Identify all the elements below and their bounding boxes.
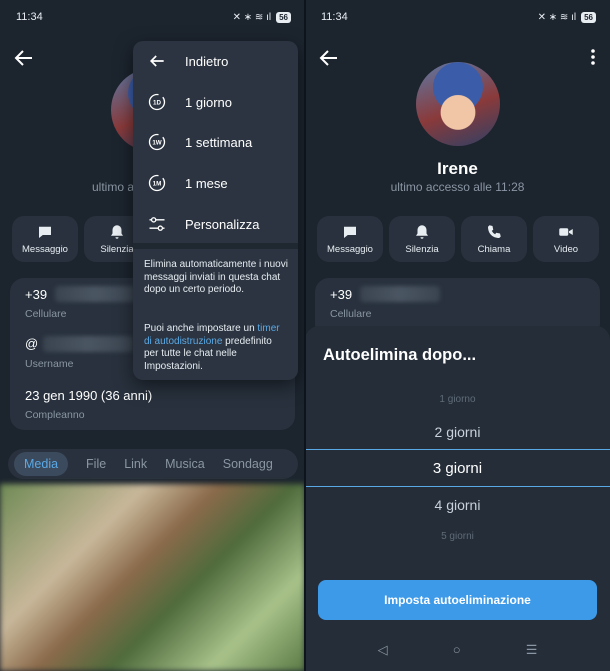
bell-icon	[416, 225, 428, 239]
sliders-icon	[149, 217, 165, 231]
birthday-value[interactable]: 23 gen 1990 (36 anni)	[25, 388, 152, 403]
message-label: Messaggio	[22, 244, 68, 255]
last-seen-text: ultimo a	[92, 180, 135, 194]
arrow-left-icon	[149, 55, 164, 67]
picker-option-3-days[interactable]: 3 giorni	[305, 460, 610, 477]
username-prefix: @	[25, 336, 39, 351]
menu-item-1-week-label: 1 settimana	[185, 134, 253, 150]
phone-prefix: +39	[25, 287, 48, 302]
timer-1w-icon: 1W	[148, 133, 166, 151]
status-icons: ✕ ∗ ≋ ıl 56	[232, 11, 291, 23]
mute-label: Silenzia	[405, 244, 439, 255]
picker-option-2-days[interactable]: 2 giorni	[305, 424, 610, 440]
timer-1m-icon: 1M	[148, 174, 166, 192]
last-seen-text: ultimo accesso alle 11:28	[390, 180, 525, 194]
menu-item-1-week[interactable]: 1W 1 settimana	[147, 132, 252, 152]
timer-1m-badge: 1M	[153, 181, 162, 188]
message-icon	[39, 226, 51, 238]
hint-text-start: Puoi anche impostare un	[144, 323, 258, 334]
avatar[interactable]	[416, 62, 500, 146]
phone-label: Cellulare	[25, 308, 67, 320]
nav-home-icon[interactable]: ○	[453, 642, 461, 658]
message-label: Messaggio	[327, 244, 373, 255]
more-options-icon[interactable]	[590, 48, 596, 66]
username-label: Username	[25, 358, 74, 370]
status-time: 11:34	[16, 11, 43, 23]
menu-item-back-label: Indietro	[185, 53, 229, 69]
picker-option-4-days[interactable]: 4 giorni	[305, 497, 610, 513]
menu-item-1-day[interactable]: 1D 1 giorno	[147, 92, 232, 112]
sheet-title: Autoelimina dopo...	[323, 346, 477, 364]
system-nav-bar: ◁ ○ ☰	[305, 642, 610, 658]
status-indicator-icons: ✕ ∗ ≋ ıl	[232, 11, 272, 23]
tab-link[interactable]: Link	[124, 457, 147, 471]
tab-media[interactable]: Media	[14, 452, 69, 476]
autodelete-description: Elimina automaticamente i nuovi messaggi…	[144, 259, 288, 295]
phone-label: Cellulare	[330, 308, 372, 320]
phone-icon	[488, 225, 501, 238]
mute-label: Silenzia	[100, 244, 134, 255]
menu-item-back[interactable]: Indietro	[147, 51, 228, 71]
autodelete-menu: Indietro 1D 1 giorno 1W 1 settimana 1M 1…	[133, 41, 298, 380]
action-buttons: Messaggio Silenzia Chiama Video	[317, 216, 599, 262]
tab-polls[interactable]: Sondagg	[223, 457, 273, 471]
phone-redacted	[55, 286, 135, 302]
status-icons: ✕ ∗ ≋ ıl 56	[537, 11, 596, 23]
picker-selection-bottom	[305, 486, 610, 487]
autodelete-settings-hint: Puoi anche impostare un timer di autodis…	[144, 323, 288, 373]
message-button[interactable]: Messaggio	[317, 216, 383, 262]
menu-item-customize[interactable]: Personalizza	[147, 214, 259, 234]
nav-recents-icon[interactable]: ☰	[526, 642, 538, 658]
nav-back-icon[interactable]: ◁	[378, 642, 388, 658]
screen-divider	[304, 0, 306, 671]
contact-name: Irene	[437, 159, 478, 178]
timer-1d-icon: 1D	[148, 93, 166, 111]
menu-item-1-month[interactable]: 1M 1 mese	[147, 173, 228, 193]
menu-item-1-day-label: 1 giorno	[185, 94, 232, 110]
picker-selection-top	[305, 449, 610, 450]
right-screen: 11:34 ✕ ∗ ≋ ıl 56 Irene ultimo accesso a…	[305, 0, 610, 671]
status-bar: 11:34 ✕ ∗ ≋ ıl 56	[305, 0, 610, 34]
left-screen: 11:34 ✕ ∗ ≋ ıl 56 ultimo a Messaggio Sil…	[0, 0, 305, 671]
battery-icon: 56	[276, 11, 291, 23]
phone-redacted	[360, 286, 440, 302]
username-redacted	[43, 336, 133, 352]
tab-file[interactable]: File	[86, 457, 106, 471]
picker-option-5-days[interactable]: 5 giorni	[305, 531, 610, 542]
mute-button[interactable]: Silenzia	[389, 216, 455, 262]
status-time: 11:34	[321, 11, 348, 23]
message-icon	[344, 226, 356, 238]
video-label: Video	[553, 244, 579, 255]
video-button[interactable]: Video	[533, 216, 599, 262]
timer-1d-badge: 1D	[153, 100, 161, 107]
birthday-label: Compleanno	[25, 409, 85, 421]
status-indicator-icons: ✕ ∗ ≋ ıl	[537, 11, 577, 23]
menu-separator	[133, 243, 298, 249]
timer-1w-badge: 1W	[152, 140, 161, 147]
battery-icon: 56	[581, 11, 596, 23]
action-buttons: Messaggio Silenzia	[12, 216, 150, 262]
picker-option-1-day[interactable]: 1 giorno	[305, 394, 610, 405]
set-autodelete-button[interactable]: Imposta autoeliminazione	[318, 580, 597, 620]
call-button[interactable]: Chiama	[461, 216, 527, 262]
call-label: Chiama	[477, 244, 511, 255]
status-bar: 11:34 ✕ ∗ ≋ ıl 56	[0, 0, 305, 34]
back-arrow-icon[interactable]	[12, 46, 36, 70]
back-arrow-icon[interactable]	[317, 46, 341, 70]
bell-icon	[111, 225, 123, 239]
media-tabs: Media File Link Musica Sondagg	[8, 449, 298, 479]
menu-item-1-month-label: 1 mese	[185, 175, 228, 191]
tab-music[interactable]: Musica	[165, 457, 205, 471]
video-icon	[559, 228, 573, 236]
media-grid[interactable]	[0, 484, 305, 671]
menu-item-customize-label: Personalizza	[185, 216, 260, 232]
autodelete-sheet: Autoelimina dopo... 1 giorno 2 giorni 3 …	[305, 326, 610, 671]
phone-prefix: +39	[330, 287, 353, 302]
message-button[interactable]: Messaggio	[12, 216, 78, 262]
